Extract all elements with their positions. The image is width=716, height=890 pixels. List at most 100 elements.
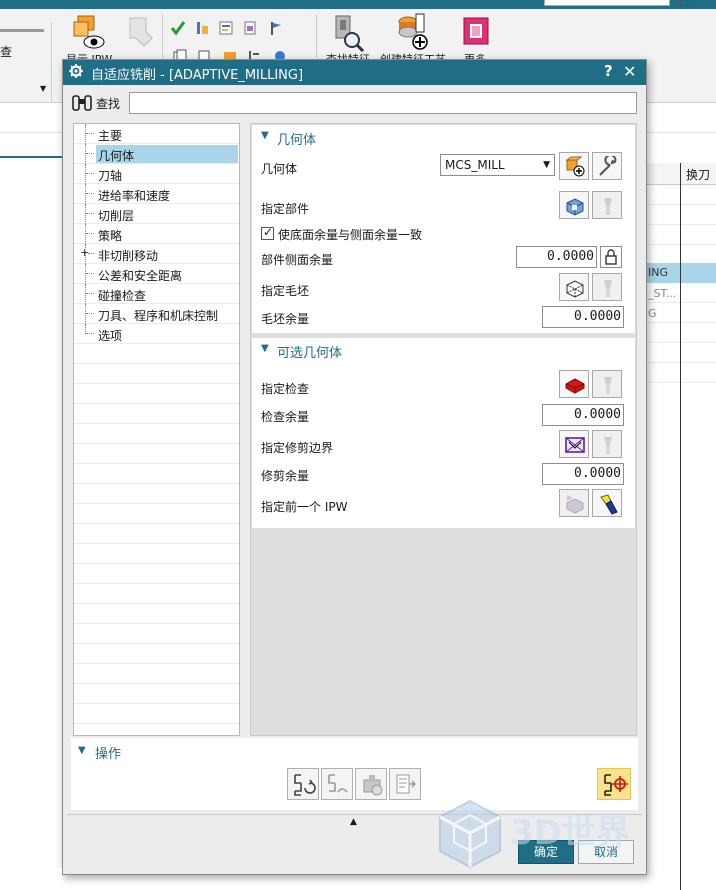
- generate-toolpath-button[interactable]: [597, 768, 631, 800]
- find-input[interactable]: [129, 92, 637, 114]
- background-search-box[interactable]: [544, 0, 670, 6]
- trim-stock-field[interactable]: 0.0000: [542, 463, 624, 485]
- table-row[interactable]: [646, 205, 716, 225]
- verify-check-icon[interactable]: [170, 20, 186, 36]
- select-blank-button[interactable]: [559, 273, 589, 301]
- select-trim-button[interactable]: [559, 430, 589, 458]
- tree-guide: [85, 164, 86, 184]
- animate-path-icon: [328, 774, 348, 793]
- tree-guide: [86, 213, 94, 214]
- grid-cell: _ST...: [648, 287, 677, 300]
- tree-row-line: [74, 624, 239, 644]
- animate-button[interactable]: [321, 768, 353, 800]
- select-prev-ipw-button[interactable]: [559, 489, 589, 517]
- dialog-titlebar[interactable]: 自适应铣削 - [ADAPTIVE_MILLING] ? ✕: [63, 60, 646, 85]
- tree-item-collision-check[interactable]: 碰撞检查: [74, 284, 239, 304]
- tree-item-tolerance-clearance[interactable]: 公差和安全距离: [74, 264, 239, 284]
- tree-item-label: 主要: [98, 129, 123, 143]
- table-row[interactable]: [646, 185, 716, 205]
- tree-row-line: [74, 344, 239, 364]
- tree-item-geometry[interactable]: 几何体: [74, 144, 239, 164]
- help-button[interactable]: ?: [604, 62, 613, 80]
- show-part-button[interactable]: [592, 191, 622, 219]
- tree-item-cut-levels[interactable]: 切削层: [74, 204, 239, 224]
- table-row[interactable]: [646, 323, 716, 343]
- optional-geometry-group-header[interactable]: ▼ 可选几何体: [252, 338, 635, 362]
- tree-item-non-cutting-moves[interactable]: + 非切削移动: [74, 244, 239, 264]
- blank-stock-field[interactable]: 0.0000: [542, 306, 624, 328]
- find-label: 查找: [96, 97, 121, 111]
- more-icon[interactable]: [458, 12, 494, 52]
- table-row[interactable]: [646, 225, 716, 245]
- geometry-select[interactable]: MCS_MILL ▼: [440, 154, 555, 176]
- tree-item-tool-program-machine[interactable]: 刀具、程序和机床控制: [74, 304, 239, 324]
- flag-icon[interactable]: [268, 20, 284, 36]
- close-button[interactable]: ✕: [623, 62, 636, 81]
- edit-geometry-button[interactable]: [592, 152, 622, 180]
- show-ipw-icon[interactable]: [72, 12, 108, 52]
- ok-button[interactable]: 确定: [518, 840, 574, 864]
- show-blank-button[interactable]: [592, 273, 622, 301]
- replay-button[interactable]: [287, 768, 319, 800]
- select-check-button[interactable]: [559, 370, 589, 398]
- grid-column-divider: [680, 163, 681, 890]
- table-row[interactable]: [646, 245, 716, 265]
- chevron-down-icon: ▼: [543, 160, 550, 170]
- tree-item-label: 选项: [98, 329, 123, 343]
- replay-icon: [294, 774, 316, 796]
- part-side-stock-field[interactable]: 0.0000: [516, 246, 597, 268]
- tool-path-icon[interactable]: [194, 20, 210, 36]
- ipw-disabled-icon: [566, 495, 584, 514]
- background-window-button[interactable]: [680, 0, 694, 6]
- tree-guide: [85, 304, 86, 324]
- tree-row-line: [74, 424, 239, 444]
- list-icon[interactable]: [218, 20, 234, 36]
- tree-row-line: [74, 664, 239, 684]
- tree-item-label: 切削层: [98, 209, 135, 223]
- chevron-down-icon[interactable]: ▼: [40, 84, 46, 93]
- background-tab-indicator: [0, 156, 62, 158]
- tree-item-tool-axis[interactable]: 刀轴: [74, 164, 239, 184]
- cancel-button[interactable]: 取消: [578, 840, 634, 864]
- check-stock-field[interactable]: 0.0000: [542, 404, 624, 426]
- table-row[interactable]: [646, 363, 716, 383]
- verify-button[interactable]: [355, 768, 387, 800]
- floor-same-as-side-checkbox[interactable]: ✓: [261, 225, 274, 240]
- select-part-button[interactable]: [559, 191, 589, 219]
- background-bottom-area: [0, 868, 62, 890]
- tree-item-label: 刀轴: [98, 169, 123, 183]
- new-geometry-button[interactable]: [559, 152, 589, 180]
- tree-item-main[interactable]: 主要: [74, 124, 239, 144]
- list-output-button[interactable]: [389, 768, 421, 800]
- lock-button[interactable]: [600, 246, 622, 268]
- specify-prev-ipw-label: 指定前一个 IPW: [261, 500, 348, 514]
- specify-blank-label: 指定毛坯: [261, 284, 310, 298]
- geometry-group-header[interactable]: ▼ 几何体: [252, 125, 635, 149]
- table-row[interactable]: [646, 343, 716, 363]
- show-trim-button[interactable]: [592, 430, 622, 458]
- tree-guide: [86, 173, 94, 174]
- tree-item-feeds-speeds[interactable]: 进给率和速度: [74, 184, 239, 204]
- find-feature-icon[interactable]: [330, 12, 366, 53]
- binoculars-icon: [71, 93, 93, 113]
- verify-tool-icon: [363, 775, 383, 796]
- show-prev-ipw-button[interactable]: [592, 489, 622, 517]
- tree-item-options[interactable]: 选项: [74, 324, 239, 344]
- tree-row-line: [74, 704, 239, 724]
- tree-item-strategy[interactable]: 策略: [74, 224, 239, 244]
- tree-item-label: 刀具、程序和机床控制: [98, 309, 219, 323]
- create-feature-process-icon[interactable]: [394, 12, 430, 52]
- disabled-tool-icon: [122, 12, 158, 52]
- tree-row-line: [74, 364, 239, 384]
- background-left-bar: [0, 29, 44, 32]
- flashlight-disabled-icon: [604, 437, 612, 454]
- dialog-collapse-bar[interactable]: ▲: [67, 814, 642, 830]
- document-icon[interactable]: [242, 20, 258, 36]
- checkmark-icon: ✓: [263, 225, 274, 239]
- tree-row-line: [74, 544, 239, 564]
- show-check-button[interactable]: [592, 370, 622, 398]
- tree-item-label: 进给率和速度: [98, 189, 171, 203]
- chevron-up-icon[interactable]: ▲: [350, 817, 357, 827]
- collapse-triangle-icon[interactable]: ▼: [78, 745, 86, 756]
- grid-column-tool-change[interactable]: 换刀: [686, 166, 710, 183]
